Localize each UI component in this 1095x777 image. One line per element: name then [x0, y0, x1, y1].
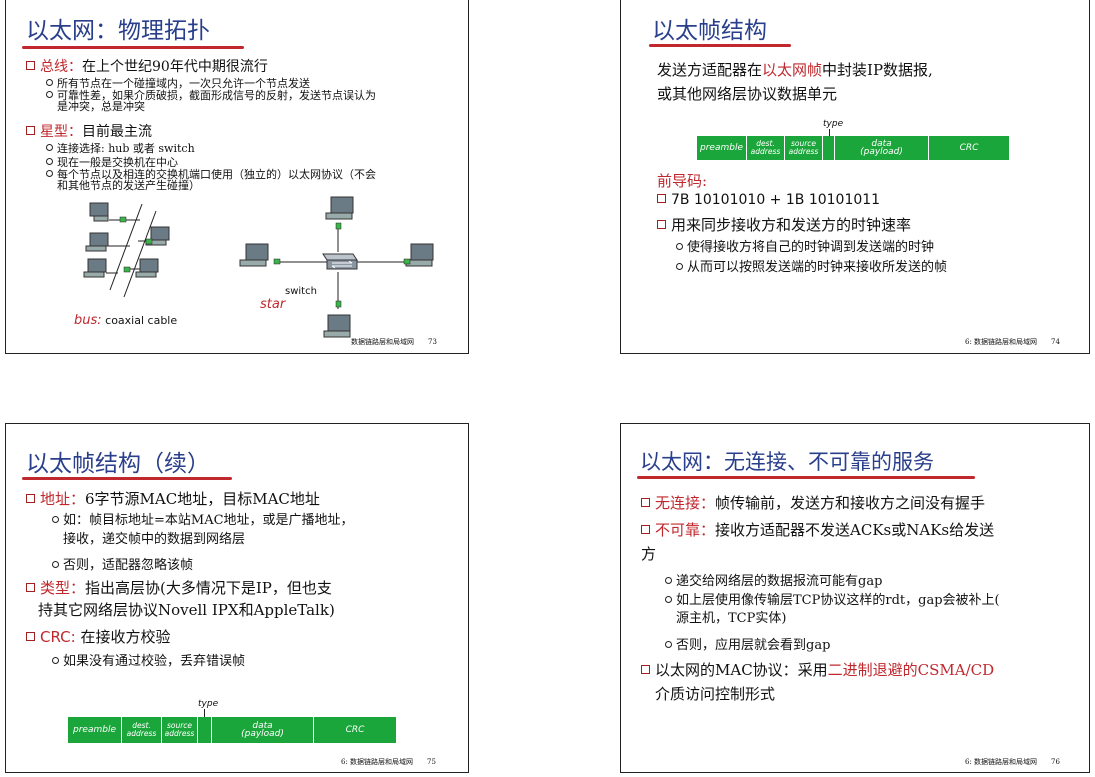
frame-field: preamble: [68, 717, 122, 743]
square-bullet-icon: [657, 220, 666, 229]
ethernet-frame: preamble dest. address source address da…: [697, 136, 1009, 160]
sub-bullet: 从而可以按照发送端的时钟来接收所发送的帧: [676, 256, 947, 275]
square-bullet-icon: [641, 665, 650, 674]
circle-bullet-icon: [52, 657, 59, 664]
sub-bullet: 如上层使用像传输层TCP协议这样的rdt，gap会被补上(源主机，TCP实体): [665, 592, 1000, 628]
title-underline: [637, 476, 975, 479]
bus-caption: bus: coaxial cable: [74, 313, 178, 328]
bullet: 用来同步接收方和发送方的时钟速率: [657, 214, 911, 235]
slide-footer: 数据链路层和局域网 73: [351, 338, 437, 346]
sub-bullet: 如果没有通过校验，丢弃错误帧: [52, 650, 245, 669]
slide-footer: 6: 数据链路层和局域网 76: [965, 758, 1060, 766]
sub-bullet: 如：帧目标地址=本站MAC地址，或是广播地址， 接收，递交帧中的数据到网络层: [52, 511, 354, 549]
frame-field: CRC: [929, 136, 1009, 160]
slide-footer: 6: 数据链路层和局域网 74: [965, 338, 1060, 346]
square-bullet-icon: [26, 494, 35, 503]
intro-line: 或其他网络层协议数据单元: [657, 85, 838, 103]
sub-bullet: 否则，适配器忽略该帧: [52, 554, 193, 573]
bullet-type: 类型：指出高层协(大多情况下是IP，但也支 持其它网络层协议Novell IPX和…: [26, 577, 335, 621]
circle-bullet-icon: [665, 577, 672, 584]
slide-73: 以太网：物理拓扑 总线：在上个世纪90年代中期很流行 所有节点在一个碰撞域内，一…: [5, 0, 469, 354]
topology-diagram: [83, 196, 434, 338]
intro-line: 发送方适配器在以太网帧中封装IP数据报,: [657, 61, 933, 79]
frame-field: dest. address: [122, 717, 162, 743]
frame-field-type: [198, 717, 212, 743]
bullet-connectionless: 无连接：帧传输前，发送方和接收方之间没有握手: [641, 492, 985, 513]
square-bullet-icon: [657, 194, 666, 203]
switch-icon: [322, 253, 358, 270]
page-number: 76: [1051, 758, 1060, 766]
title-underline: [22, 477, 232, 480]
frame-field-type: [823, 136, 835, 160]
bullet-mac-protocol: 以太网的MAC协议：采用二进制退避的CSMA/CD 介质访问控制形式: [641, 658, 994, 706]
slide-75: 以太帧结构（续） 地址：6字节源MAC地址，目标MAC地址 如：帧目标地址=本站…: [5, 423, 469, 773]
sub-bullet: 递交给网络层的数据报流可能有gap: [665, 570, 882, 589]
slide-title: 以太帧结构: [652, 18, 767, 44]
frame-field: source address: [162, 717, 198, 743]
frame-field: data (payload): [212, 717, 314, 743]
circle-bullet-icon: [52, 561, 59, 568]
slide-title: 以太帧结构（续）: [26, 451, 210, 477]
circle-bullet-icon: [665, 641, 672, 648]
sub-bullet: 否则，应用层就会看到gap: [665, 634, 830, 653]
slide-76: 以太网：无连接、不可靠的服务 无连接：帧传输前，发送方和接收方之间没有握手 不可…: [620, 423, 1090, 773]
star-caption: star: [260, 297, 286, 312]
slide-74: 以太帧结构 发送方适配器在以太网帧中封装IP数据报, 或其他网络层协议数据单元 …: [620, 0, 1090, 354]
type-label: type: [198, 699, 219, 709]
sub-bullet: 使得接收方将自己的时钟调到发送端的时钟: [676, 236, 934, 255]
page-number: 73: [428, 338, 437, 346]
frame-field: dest. address: [747, 136, 785, 160]
page-number: 75: [427, 758, 436, 766]
frame-field: source address: [785, 136, 823, 160]
bullet: 7B 10101010 + 1B 10101011: [657, 192, 880, 208]
frame-field: CRC: [314, 717, 396, 743]
preamble-heading: 前导码:: [657, 172, 708, 190]
switch-caption: switch: [285, 286, 317, 297]
square-bullet-icon: [641, 498, 650, 507]
square-bullet-icon: [26, 632, 35, 641]
square-bullet-icon: [641, 525, 650, 534]
ethernet-frame: preamble dest. address source address da…: [68, 717, 396, 743]
type-label: type: [823, 119, 844, 129]
square-bullet-icon: [26, 583, 35, 592]
slide-title: 以太网：无连接、不可靠的服务: [640, 450, 934, 474]
circle-bullet-icon: [52, 516, 59, 523]
circle-bullet-icon: [676, 263, 683, 270]
title-underline: [649, 44, 791, 47]
bullet-crc: CRC: 在接收方校验: [26, 626, 170, 647]
page-number: 74: [1051, 338, 1060, 346]
circle-bullet-icon: [665, 596, 672, 603]
circle-bullet-icon: [676, 243, 683, 250]
bullet-address: 地址：6字节源MAC地址，目标MAC地址: [26, 488, 320, 509]
frame-field: preamble: [697, 136, 747, 160]
frame-field: data (payload): [835, 136, 929, 160]
bullet-unreliable: 不可靠：接收方适配器不发送ACKs或NAKs给发送方: [641, 521, 995, 563]
slide-footer: 6: 数据链路层和局域网 75: [341, 758, 436, 766]
